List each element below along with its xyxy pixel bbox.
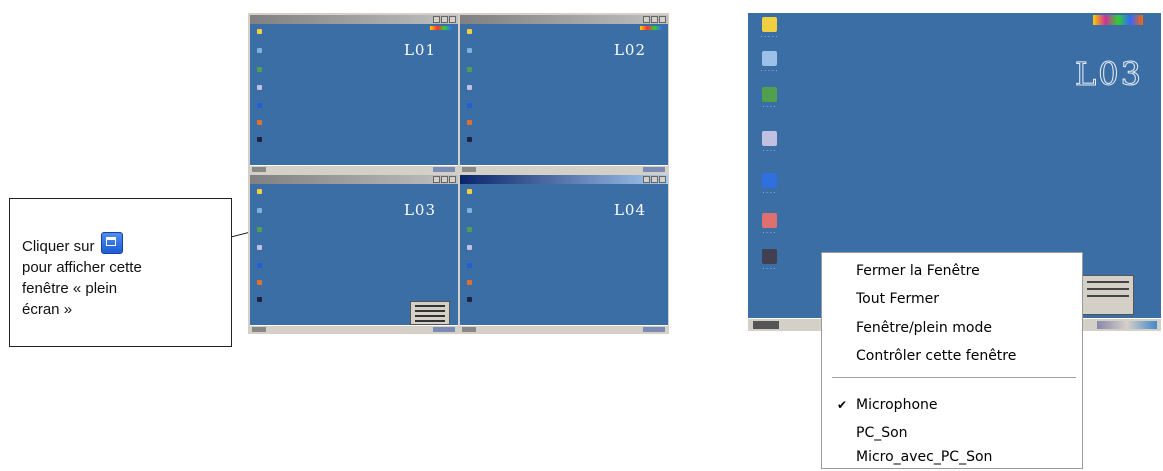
monitor-grid: L01 L02 L03 L04 <box>248 13 669 334</box>
taskbar <box>250 325 458 333</box>
desktop-icon <box>257 137 262 142</box>
desktop-icon <box>467 48 472 53</box>
desktop-icon <box>257 120 262 125</box>
desktop-icon <box>257 85 262 90</box>
desktop-icon <box>257 208 262 213</box>
desktop-icon <box>257 29 262 34</box>
monitor-label: L03 <box>1075 55 1143 94</box>
menu-item-plein-mode[interactable]: Fenêtre/plein mode <box>856 318 992 338</box>
desktop-icon <box>257 103 262 108</box>
window-buttons[interactable] <box>642 176 666 185</box>
start-button[interactable] <box>252 327 266 332</box>
desktop-icon <box>467 297 472 302</box>
pane-label: L03 <box>403 201 436 219</box>
tray-icons <box>640 26 662 30</box>
desktop-icon[interactable]: · · · · <box>758 131 780 155</box>
monitor-pane-l04[interactable]: L04 <box>460 175 668 333</box>
desktop-icon <box>467 263 472 268</box>
start-button[interactable] <box>753 321 779 329</box>
desktop-icon <box>257 297 262 302</box>
start-button[interactable] <box>462 167 476 172</box>
tray-popup <box>1082 275 1134 315</box>
monitor-pane-l03[interactable]: L03 <box>250 175 458 333</box>
system-tray <box>1097 321 1157 329</box>
desktop-icon[interactable]: · · · · <box>758 249 780 273</box>
close-icon[interactable] <box>659 176 666 183</box>
system-tray <box>433 327 455 332</box>
desktop-icon <box>467 120 472 125</box>
desktop-icon <box>467 189 472 194</box>
pane-label: L04 <box>613 201 646 219</box>
maximize-icon[interactable] <box>441 176 448 183</box>
desktop-icon[interactable]: · · · · <box>758 213 780 237</box>
tray-icons <box>430 26 452 30</box>
maximize-icon[interactable] <box>651 16 658 23</box>
pane-titlebar[interactable] <box>250 15 458 24</box>
taskbar <box>460 165 668 173</box>
maximize-icon[interactable] <box>441 16 448 23</box>
checkmark-icon: ✔ <box>837 398 848 412</box>
desktop-icon <box>467 29 472 34</box>
minimize-icon[interactable] <box>433 176 440 183</box>
monitor-pane-l02[interactable]: L02 <box>460 15 668 173</box>
system-tray <box>643 167 665 172</box>
minimize-icon[interactable] <box>643 176 650 183</box>
system-tray <box>643 327 665 332</box>
pane-titlebar[interactable] <box>250 175 458 184</box>
window-buttons[interactable] <box>432 176 456 185</box>
monitor-pane-l01[interactable]: L01 <box>250 15 458 173</box>
desktop-icon <box>257 67 262 72</box>
minimize-icon[interactable] <box>643 16 650 23</box>
desktop-icon <box>257 48 262 53</box>
tray-icons <box>1093 15 1143 25</box>
pane-titlebar[interactable] <box>460 175 668 184</box>
menu-item-microphone[interactable]: Microphone <box>856 395 938 415</box>
pane-titlebar[interactable] <box>460 15 668 24</box>
desktop-icon <box>257 227 262 232</box>
menu-item-fermer-fenetre[interactable]: Fermer la Fenêtre <box>856 261 980 281</box>
start-button[interactable] <box>252 167 266 172</box>
menu-separator <box>832 377 1076 379</box>
desktop-icon <box>257 263 262 268</box>
desktop-icon[interactable]: · · · · <box>758 87 780 111</box>
maximize-icon[interactable] <box>651 176 658 183</box>
window-buttons[interactable] <box>432 16 456 25</box>
desktop-icon <box>467 227 472 232</box>
system-tray <box>433 167 455 172</box>
menu-item-tout-fermer[interactable]: Tout Fermer <box>856 289 939 309</box>
pane-label: L02 <box>613 41 646 59</box>
start-button[interactable] <box>462 327 476 332</box>
mini-context-menu <box>410 301 450 325</box>
desktop-icon <box>467 67 472 72</box>
desktop-icon <box>257 245 262 250</box>
context-menu: Fermer la Fenêtre Tout Fermer Fenêtre/pl… <box>821 252 1083 469</box>
pane-label: L01 <box>403 41 436 59</box>
window-buttons[interactable] <box>642 16 666 25</box>
desktop-icon <box>257 280 262 285</box>
desktop-icon[interactable]: · · · · · <box>758 17 780 41</box>
desktop-icon <box>467 103 472 108</box>
taskbar <box>250 165 458 173</box>
desktop-icon <box>467 208 472 213</box>
desktop-icon <box>467 137 472 142</box>
desktop-icon <box>467 85 472 90</box>
close-icon[interactable] <box>659 16 666 23</box>
desktop-icon[interactable]: · · · · · <box>758 51 780 75</box>
desktop-icon[interactable]: · · · · <box>758 173 780 197</box>
close-icon[interactable] <box>449 16 456 23</box>
taskbar <box>460 325 668 333</box>
minimize-icon[interactable] <box>433 16 440 23</box>
menu-item-micro-avec-pc-son[interactable]: Micro_avec_PC_Son <box>856 447 992 467</box>
desktop-icon <box>467 280 472 285</box>
close-icon[interactable] <box>449 176 456 183</box>
desktop-icon <box>257 189 262 194</box>
menu-item-controler[interactable]: Contrôler cette fenêtre <box>856 346 1016 366</box>
menu-item-pc-son[interactable]: PC_Son <box>856 423 908 443</box>
desktop-icon <box>467 245 472 250</box>
